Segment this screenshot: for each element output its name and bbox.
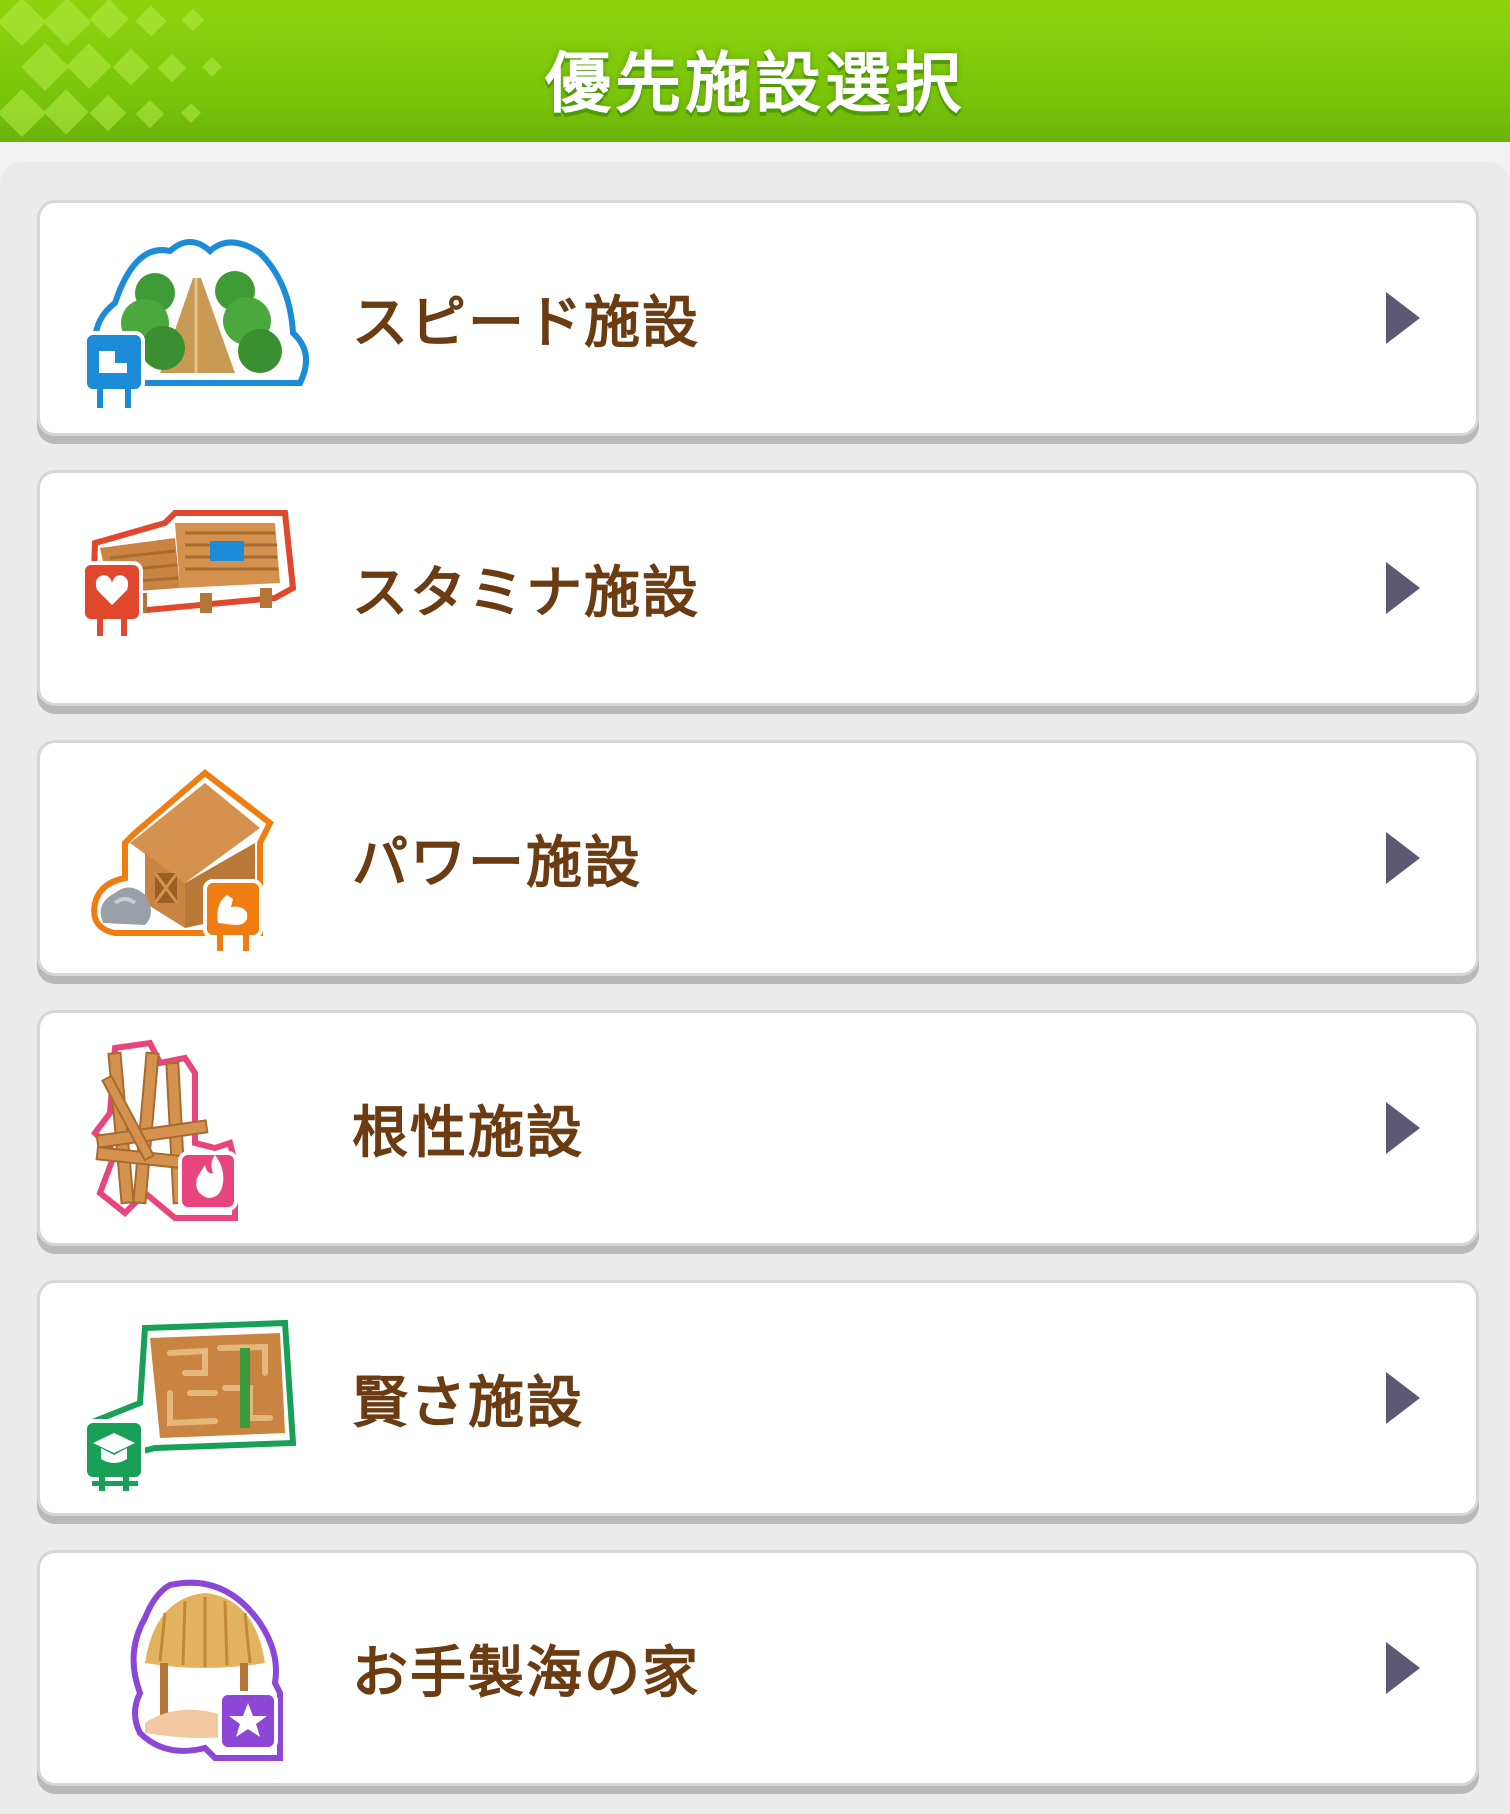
facility-item-guts[interactable]: 根性施設 [37,1010,1479,1246]
chevron-right-icon [1386,1372,1420,1424]
beach-house-icon [130,1579,283,1761]
facility-item-power[interactable]: パワー施設 [37,740,1479,976]
wisdom-facility-icon [83,1319,297,1491]
power-facility-icon [91,769,274,951]
facility-list: スピード施設 スタミナ施設 パワー施設 根性施設 賢さ施設 お手製海の家 [0,162,1510,1814]
facility-label: スピード施設 [352,290,700,356]
facility-item-stamina[interactable]: スタミナ施設 [37,470,1479,706]
header-bar: 優先施設選択 [0,0,1510,142]
facility-label: スタミナ施設 [352,560,700,626]
facility-item-beach-house[interactable]: お手製海の家 [37,1550,1479,1786]
chevron-right-icon [1386,1642,1420,1694]
speed-facility-icon [83,239,310,408]
facility-label: 賢さ施設 [352,1370,584,1436]
facility-item-speed[interactable]: スピード施設 [37,200,1479,436]
page-title: 優先施設選択 [545,45,965,122]
chevron-right-icon [1386,832,1420,884]
facility-label: パワー施設 [352,830,642,896]
stamina-facility-icon [81,510,297,636]
facility-label: 根性施設 [352,1100,584,1166]
chevron-right-icon [1386,562,1420,614]
chevron-right-icon [1386,1102,1420,1154]
guts-facility-icon [91,1039,238,1221]
facility-item-wisdom[interactable]: 賢さ施設 [37,1280,1479,1516]
chevron-right-icon [1386,292,1420,344]
facility-label: お手製海の家 [352,1640,700,1706]
